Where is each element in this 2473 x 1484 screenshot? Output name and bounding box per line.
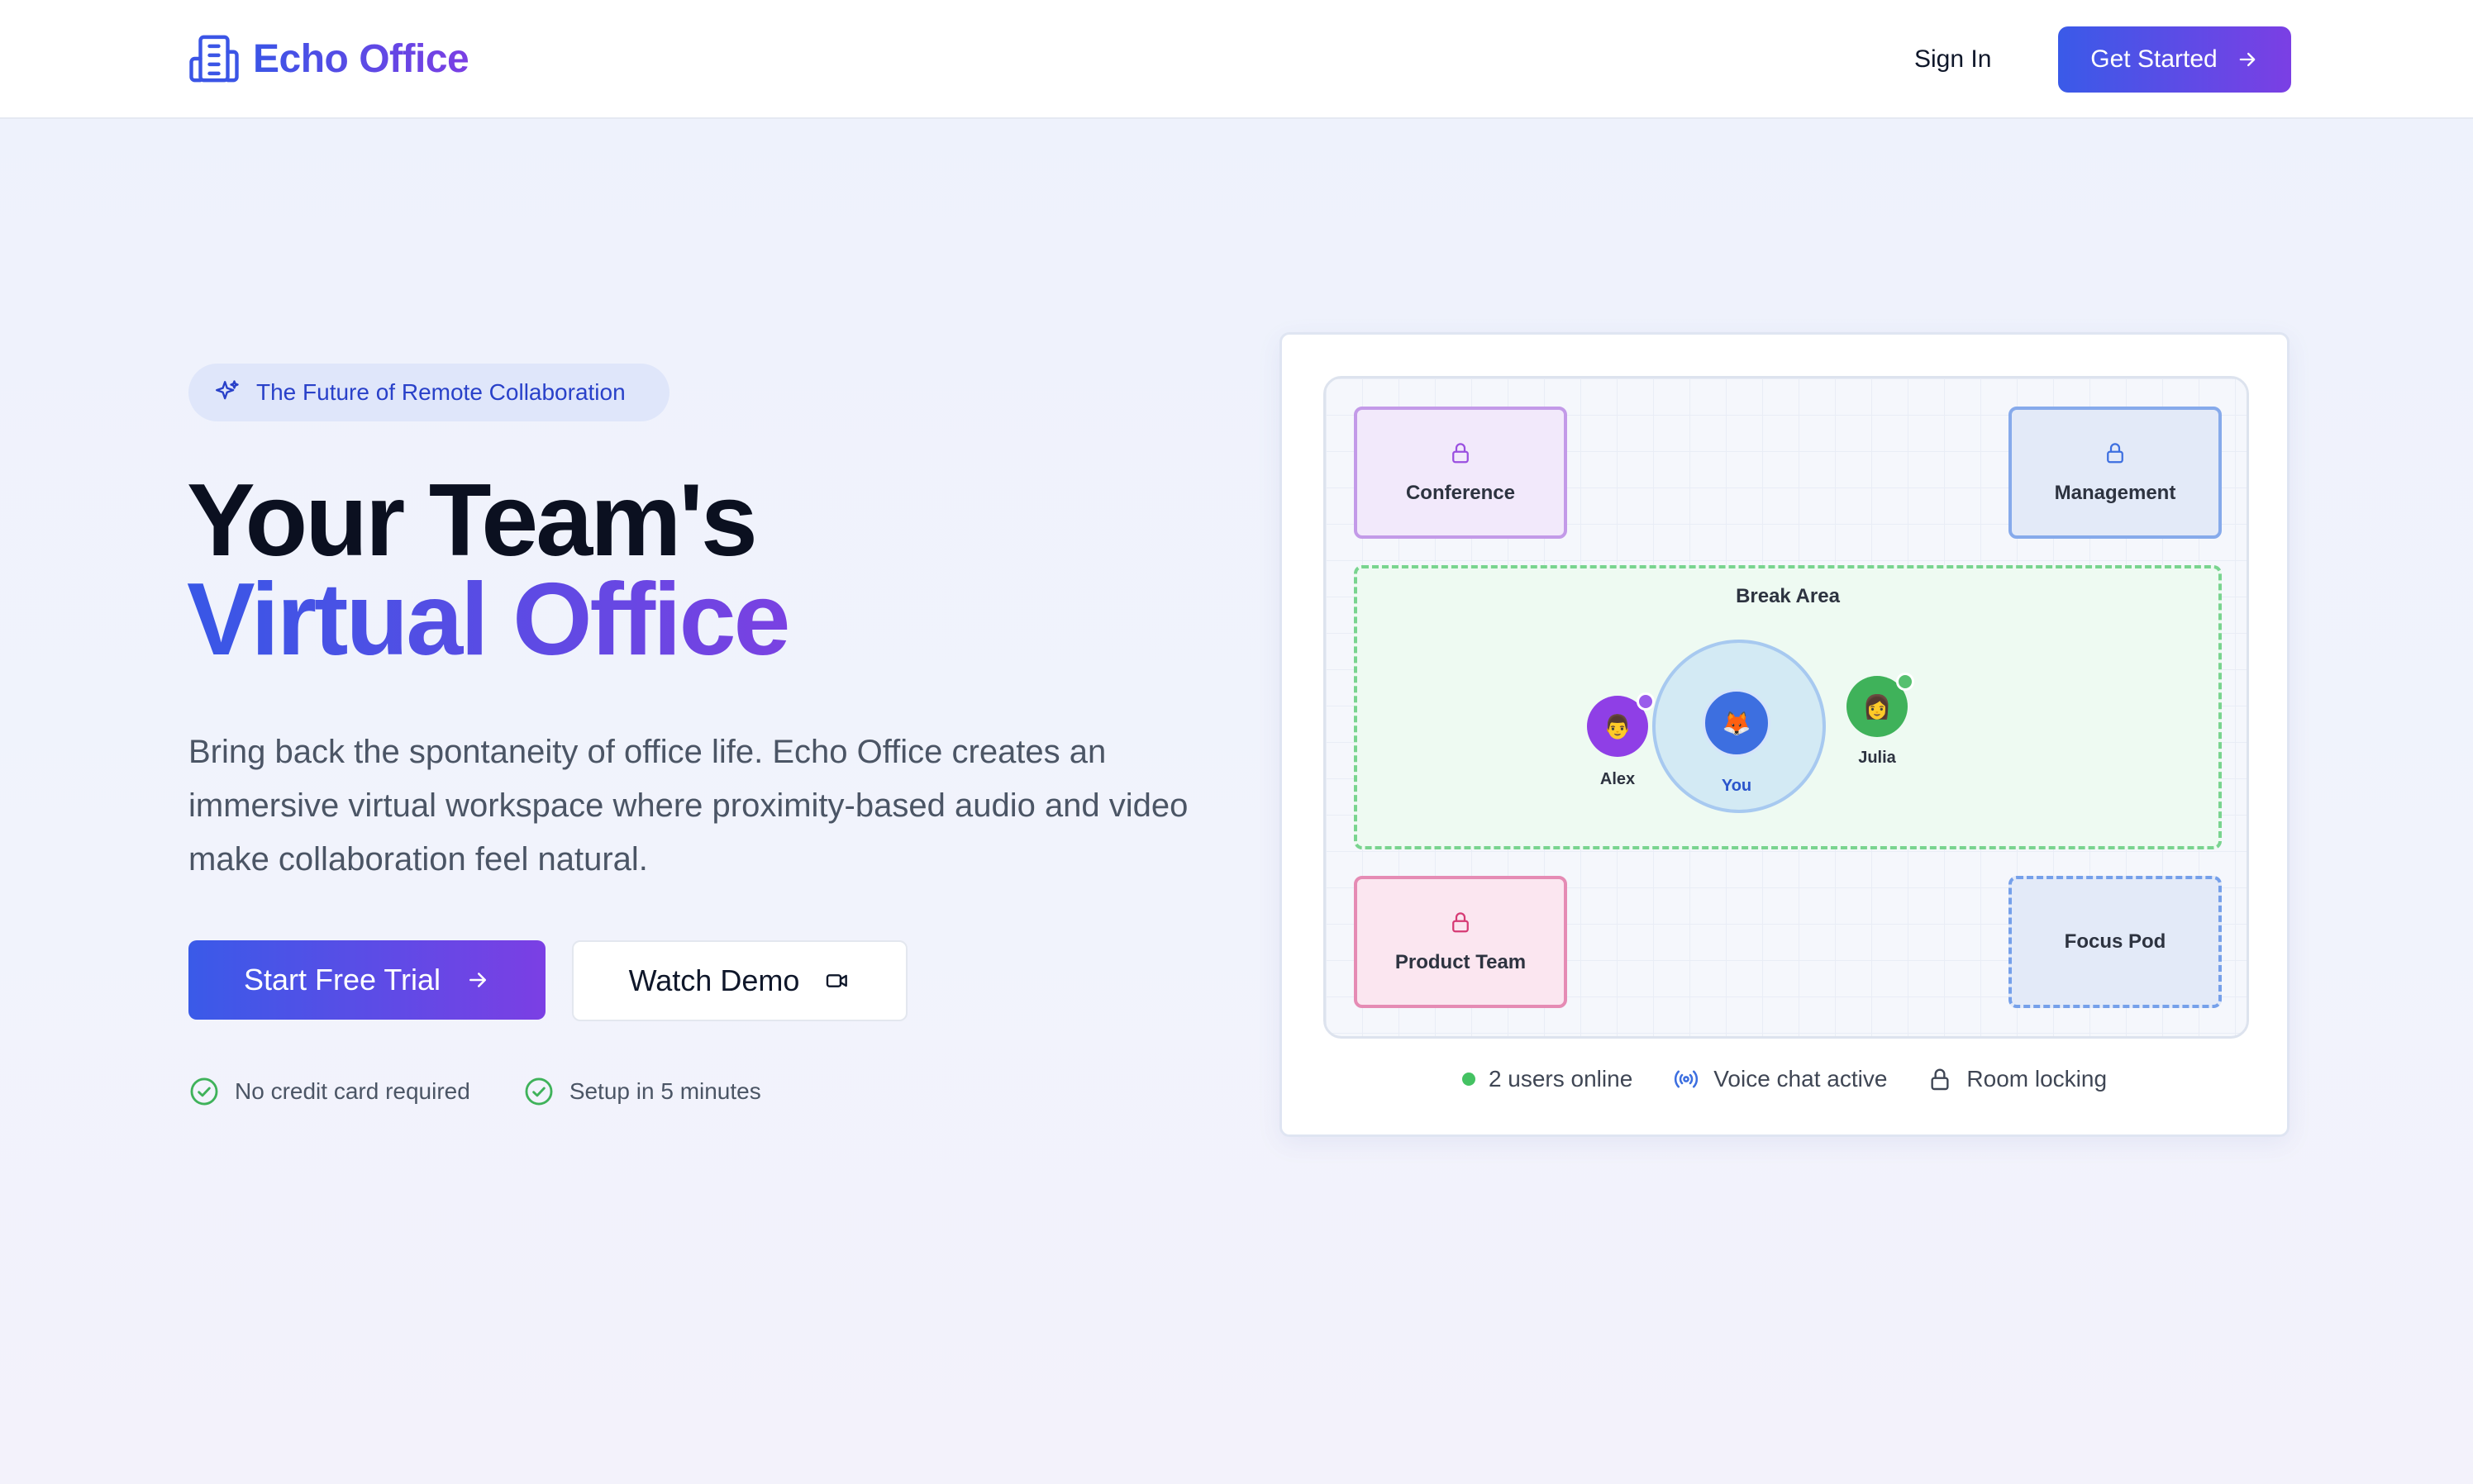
arrow-right-icon bbox=[469, 973, 487, 987]
room-conference[interactable]: Conference bbox=[1354, 407, 1567, 539]
room-label: Focus Pod bbox=[2064, 930, 2166, 953]
check-item: Setup in 5 minutes bbox=[523, 1076, 761, 1107]
check-circle-icon bbox=[190, 1077, 218, 1106]
sign-in-button[interactable]: Sign In bbox=[1914, 41, 1991, 78]
top-navbar: Echo Office Sign In Get Started bbox=[0, 0, 2473, 119]
room-focus-pod[interactable]: Focus Pod bbox=[2008, 876, 2222, 1008]
hero-description: Bring back the spontaneity of office lif… bbox=[188, 734, 1189, 878]
status-locking: Room locking bbox=[1927, 1065, 2107, 1093]
lock-icon bbox=[1931, 1068, 1949, 1091]
brand-name: Echo Office bbox=[253, 36, 469, 81]
get-started-label: Get Started bbox=[2090, 45, 2218, 73]
speaking-badge bbox=[1896, 673, 1914, 691]
arrow-right-icon bbox=[2239, 52, 2256, 67]
watch-demo-button[interactable]: Watch Demo bbox=[572, 940, 908, 1021]
check-item: No credit card required bbox=[188, 1076, 470, 1107]
tagline-text: The Future of Remote Collaboration bbox=[256, 379, 626, 405]
check-label: Setup in 5 minutes bbox=[569, 1078, 761, 1104]
avatar-name: Julia bbox=[1858, 749, 1896, 767]
room-label: Conference bbox=[1405, 482, 1516, 504]
lock-icon bbox=[1452, 912, 1469, 933]
office-preview-card: Conference Management Break Area 👨 🦊 👩 A… bbox=[1279, 332, 2290, 1137]
hero-checklist: No credit card required Setup in 5 minut… bbox=[188, 1076, 761, 1107]
video-camera-icon bbox=[827, 974, 848, 987]
office-map: Conference Management Break Area 👨 🦊 👩 A… bbox=[1323, 376, 2249, 1039]
break-area-title: Break Area bbox=[1736, 585, 1840, 607]
check-label: No credit card required bbox=[235, 1078, 470, 1104]
tagline-pill: The Future of Remote Collaboration bbox=[188, 364, 669, 421]
watch-demo-label: Watch Demo bbox=[628, 963, 800, 997]
lock-icon bbox=[2107, 443, 2123, 464]
status-online: 2 users online bbox=[1461, 1065, 1633, 1093]
status-voice-label: Voice chat active bbox=[1713, 1066, 1888, 1092]
room-product-team[interactable]: Product Team bbox=[1354, 876, 1567, 1008]
speaking-badge bbox=[1637, 692, 1655, 711]
avatar-name: You bbox=[1721, 777, 1752, 795]
broadcast-icon bbox=[1675, 1070, 1699, 1088]
get-started-button[interactable]: Get Started bbox=[2058, 26, 2291, 93]
status-online-label: 2 users online bbox=[1488, 1066, 1633, 1092]
brand-logo-link[interactable]: Echo Office bbox=[187, 31, 469, 86]
sparkles-icon bbox=[216, 380, 239, 400]
status-locking-label: Room locking bbox=[1966, 1066, 2108, 1092]
avatar-name: Alex bbox=[1599, 770, 1636, 788]
start-free-trial-label: Start Free Trial bbox=[243, 963, 441, 996]
room-label: Product Team bbox=[1394, 951, 1527, 973]
break-area[interactable]: Break Area 👨 🦊 👩 Alex You Julia bbox=[1354, 565, 2222, 849]
headline-line-2: Virtual Office bbox=[187, 563, 790, 677]
start-free-trial-button[interactable]: Start Free Trial bbox=[188, 940, 546, 1020]
hero-headline: Your Team's Virtual Office bbox=[187, 464, 790, 677]
office-status-bar: 2 users online Voice chat active Room lo… bbox=[1282, 1065, 2287, 1093]
building-icon bbox=[189, 35, 239, 83]
room-label: Management bbox=[2054, 482, 2176, 504]
avatar-you[interactable]: 🦊 bbox=[1703, 689, 1770, 757]
room-management[interactable]: Management bbox=[2008, 407, 2222, 539]
headline-line-1: Your Team's bbox=[187, 464, 758, 578]
online-dot-icon bbox=[1461, 1073, 1475, 1086]
status-voice: Voice chat active bbox=[1672, 1065, 1887, 1093]
check-circle-icon bbox=[525, 1077, 553, 1106]
lock-icon bbox=[1452, 443, 1469, 464]
